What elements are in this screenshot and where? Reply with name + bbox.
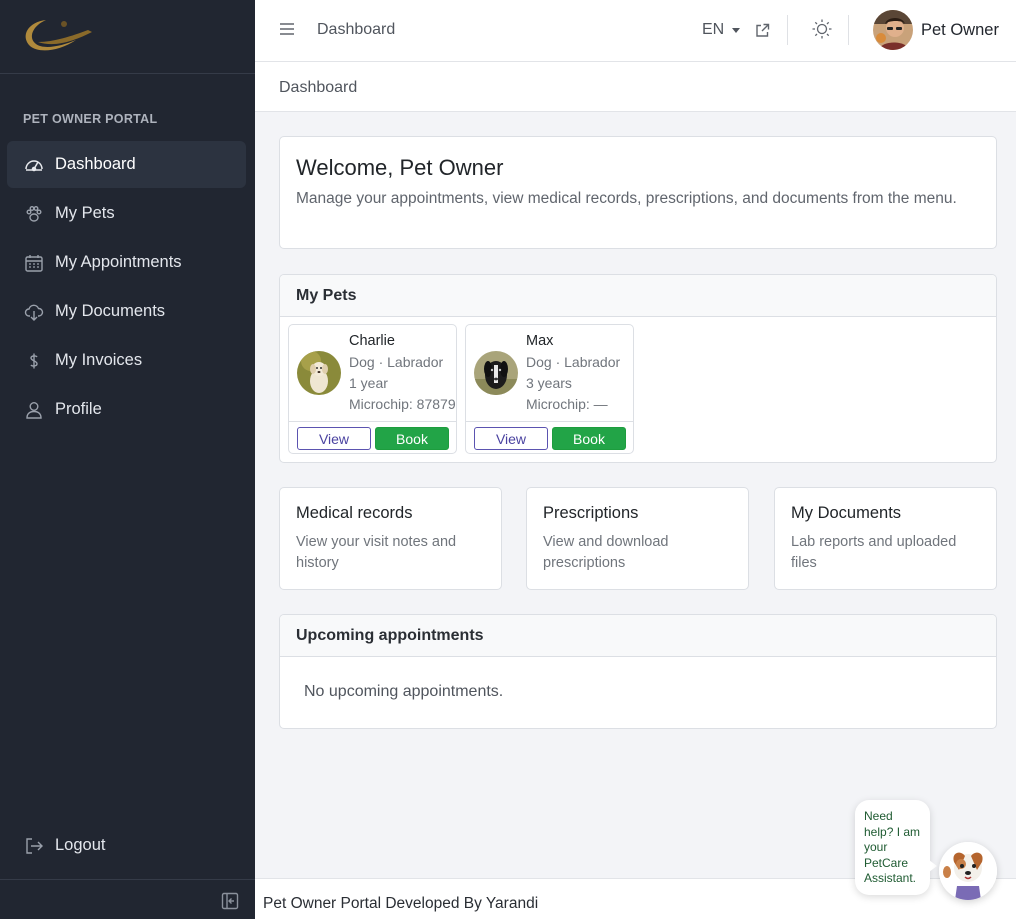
user-avatar[interactable] — [873, 10, 913, 50]
tile-text: Lab reports and uploaded files — [791, 534, 957, 571]
pet-card-charlie: Charlie Dog · Labrador 1 year Microchip:… — [288, 324, 457, 454]
language-dropdown[interactable]: EN — [702, 21, 741, 39]
book-pet-button[interactable]: Book — [552, 427, 626, 450]
sidebar-item-my-invoices[interactable]: My Invoices — [7, 337, 246, 384]
menu-toggle-icon[interactable] — [279, 21, 295, 42]
breadcrumb: Dashboard — [255, 62, 1016, 112]
breadcrumb-current: Dashboard — [279, 79, 358, 96]
brand-logo[interactable] — [18, 12, 108, 58]
my-pets-card: My Pets Charlie Dog · Labrador 1 year Mi… — [279, 274, 997, 463]
sidebar-item-label: My Appointments — [55, 253, 182, 271]
language-label: EN — [702, 21, 725, 38]
paw-icon — [23, 203, 45, 225]
footer-text: Pet Owner Portal Developed By Yarandi — [263, 895, 539, 912]
welcome-title: Welcome, Pet Owner — [296, 155, 504, 180]
pet-name: Max — [526, 333, 554, 349]
pet-age: 1 year — [349, 375, 388, 391]
pet-photo — [297, 351, 341, 395]
user-icon — [23, 399, 45, 421]
my-documents-tile[interactable]: My Documents Lab reports and uploaded fi… — [774, 487, 997, 590]
sidebar-item-dashboard[interactable]: Dashboard — [7, 141, 246, 188]
view-pet-button[interactable]: View — [297, 427, 371, 450]
pet-age: 3 years — [526, 375, 572, 391]
tile-text: View your visit notes and history — [296, 534, 457, 571]
external-link-icon[interactable] — [755, 23, 770, 43]
chevron-down-icon — [732, 27, 741, 33]
header-title[interactable]: Dashboard — [317, 21, 395, 39]
pet-actions: View Book — [289, 421, 456, 453]
user-name[interactable]: Pet Owner — [921, 21, 999, 40]
view-pet-button[interactable]: View — [474, 427, 548, 450]
upcoming-heading: Upcoming appointments — [280, 615, 996, 657]
sidebar-item-my-appointments[interactable]: My Appointments — [7, 239, 246, 286]
sidebar-item-label: My Invoices — [55, 351, 143, 369]
sidebar-nav: Dashboard My Pets My Appointments My Doc… — [7, 141, 246, 435]
sidebar-item-my-pets[interactable]: My Pets — [7, 190, 246, 237]
logout-icon — [23, 835, 45, 857]
my-pets-heading: My Pets — [280, 275, 996, 317]
sidebar-section-title: PET OWNER PORTAL — [23, 112, 158, 126]
pet-actions: View Book — [466, 421, 633, 453]
upcoming-appointments-card: Upcoming appointments No upcoming appoin… — [279, 614, 997, 729]
pet-name: Charlie — [349, 333, 395, 349]
dollar-icon — [23, 350, 45, 372]
top-header: Dashboard EN Pet Owner — [255, 0, 1016, 62]
brand-logo-area — [0, 0, 255, 74]
tile-text: View and download prescriptions — [543, 534, 669, 571]
header-divider — [848, 15, 849, 45]
sidebar-collapse-icon[interactable] — [221, 892, 239, 915]
sidebar-item-label: Dashboard — [55, 155, 136, 173]
pet-microchip: Microchip: — — [526, 396, 608, 412]
speedometer-icon — [23, 154, 45, 176]
sidebar-item-label: My Documents — [55, 302, 166, 320]
assistant-dog-icon[interactable] — [939, 842, 997, 900]
assistant-bubble[interactable]: Need help? I am your PetCare Assistant. — [855, 800, 937, 895]
tile-title: Medical records — [296, 504, 413, 522]
book-pet-button[interactable]: Book — [375, 427, 449, 450]
prescriptions-tile[interactable]: Prescriptions View and download prescrip… — [526, 487, 749, 590]
cloud-download-icon — [23, 301, 45, 323]
calendar-icon — [23, 252, 45, 274]
logout-button[interactable]: Logout — [7, 822, 246, 869]
pet-species: Dog · Labrador — [349, 354, 444, 370]
sidebar-footer — [0, 879, 255, 919]
sidebar-item-my-documents[interactable]: My Documents — [7, 288, 246, 335]
welcome-card: Welcome, Pet Owner Manage your appointme… — [279, 136, 997, 249]
pet-species: Dog · Labrador — [526, 354, 621, 370]
pet-photo — [474, 351, 518, 395]
pet-card-max: Max Dog · Labrador 3 years Microchip: — … — [465, 324, 634, 454]
logout-label: Logout — [55, 836, 106, 854]
medical-records-tile[interactable]: Medical records View your visit notes an… — [279, 487, 502, 590]
sidebar-item-label: Profile — [55, 400, 102, 418]
sun-icon[interactable] — [811, 18, 833, 45]
tile-title: My Documents — [791, 504, 902, 522]
sidebar: PET OWNER PORTAL Dashboard My Pets My Ap… — [0, 0, 255, 919]
upcoming-empty-text: No upcoming appointments. — [304, 683, 504, 700]
pet-microchip: Microchip: 878793 — [349, 396, 457, 412]
sidebar-item-label: My Pets — [55, 204, 115, 222]
header-divider — [787, 15, 788, 45]
sidebar-item-profile[interactable]: Profile — [7, 386, 246, 433]
tile-title: Prescriptions — [543, 504, 639, 522]
logout-area: Logout — [7, 822, 246, 871]
welcome-text: Manage your appointments, view medical r… — [296, 190, 957, 207]
